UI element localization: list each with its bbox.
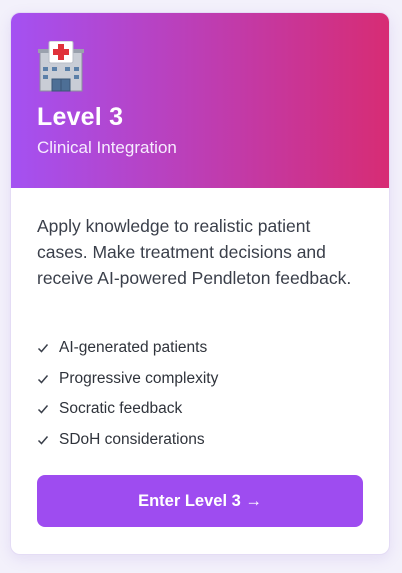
list-item: Socratic feedback bbox=[37, 394, 218, 425]
level-description: Apply knowledge to realistic patient cas… bbox=[37, 216, 352, 288]
check-icon bbox=[37, 344, 49, 353]
level-card: Level 3 Clinical Integration Apply knowl… bbox=[10, 12, 390, 555]
feature-label: Progressive complexity bbox=[59, 369, 219, 387]
card-header: Level 3 Clinical Integration bbox=[11, 13, 389, 188]
level-title: Level 3 bbox=[37, 103, 124, 131]
list-item: Progressive complexity bbox=[37, 364, 218, 395]
feature-label: AI-generated patients bbox=[59, 339, 208, 357]
enter-level-button[interactable]: Enter Level 3 → bbox=[37, 475, 363, 527]
level-subtitle: Clinical Integration bbox=[37, 138, 177, 157]
list-item: SDoH considerations bbox=[37, 425, 218, 456]
check-icon bbox=[37, 405, 49, 414]
feature-label: SDoH considerations bbox=[59, 430, 205, 448]
feature-label: Socratic feedback bbox=[59, 400, 183, 418]
check-icon bbox=[37, 435, 49, 445]
hospital-icon bbox=[38, 41, 84, 92]
feature-list: AI-generated patients Progressive comple… bbox=[37, 333, 218, 455]
check-icon bbox=[37, 374, 49, 384]
list-item: AI-generated patients bbox=[37, 333, 218, 364]
